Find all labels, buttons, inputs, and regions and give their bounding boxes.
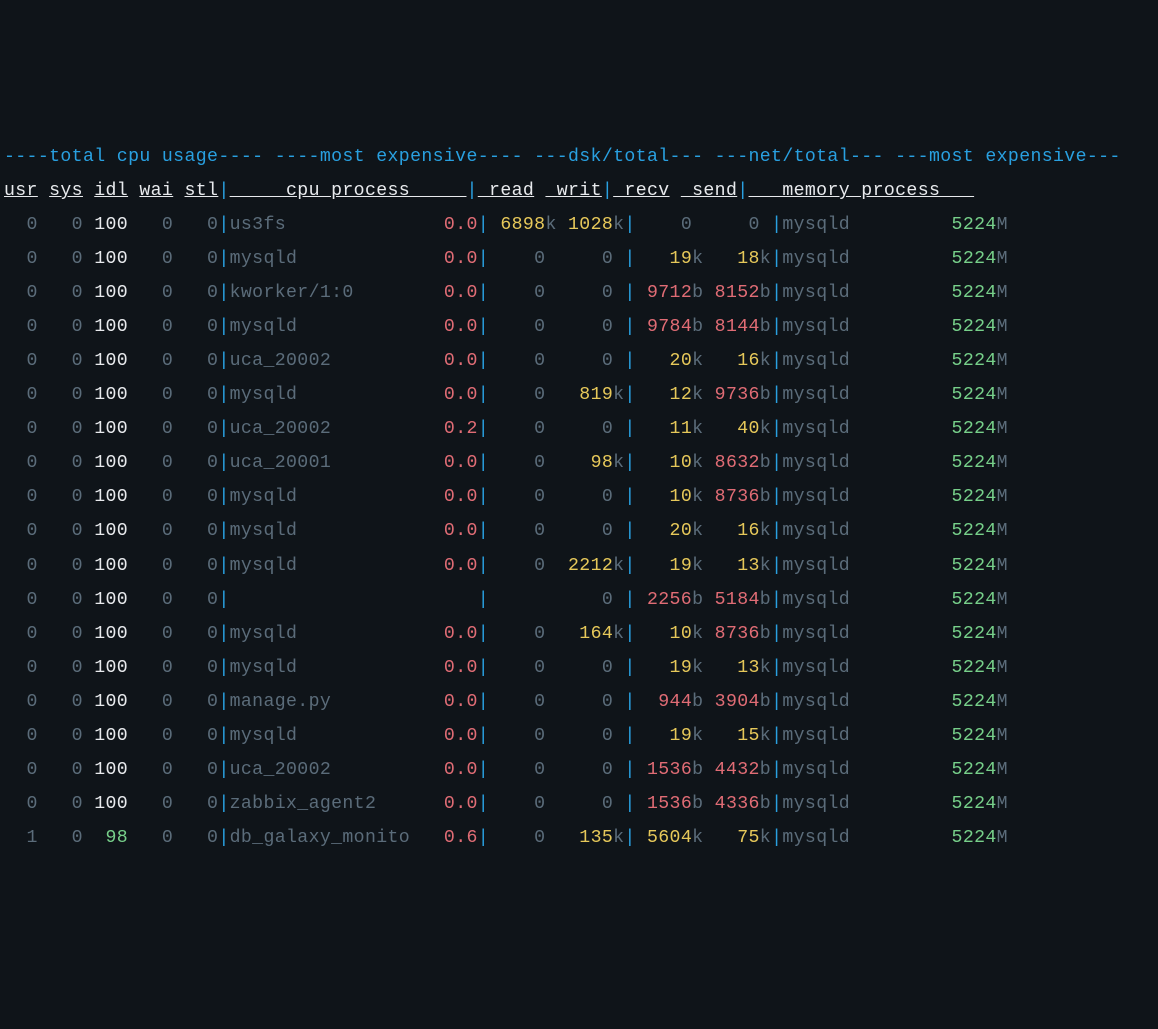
data-row: 0 0 100 0 0|mysqld 0.0| 0 0 | 9784b 8144… [4, 310, 1154, 344]
data-row: 0 0 100 0 0|mysqld 0.0| 0 2212k| 19k 13k… [4, 549, 1154, 583]
data-row: 1 0 98 0 0|db_galaxy_monito 0.6| 0 135k|… [4, 821, 1154, 855]
header-columns: usr sys idl wai stl| cpu process | read … [4, 174, 1154, 208]
data-row: 0 0 100 0 0|uca_20002 0.0| 0 0 | 1536b 4… [4, 753, 1154, 787]
data-row: 0 0 100 0 0|uca_20001 0.0| 0 98k| 10k 86… [4, 446, 1154, 480]
data-row: 0 0 100 0 0|mysqld 0.0| 0 0 | 20k 16k|my… [4, 514, 1154, 548]
data-row: 0 0 100 0 0| | 0 | 2256b 5184b|mysqld 52… [4, 583, 1154, 617]
dstat-output: ----total cpu usage---- ----most expensi… [4, 140, 1154, 855]
data-row: 0 0 100 0 0|us3fs 0.0| 6898k 1028k| 0 0 … [4, 208, 1154, 242]
data-row: 0 0 100 0 0|mysqld 0.0| 0 0 | 19k 13k|my… [4, 651, 1154, 685]
data-row: 0 0 100 0 0|mysqld 0.0| 0 819k| 12k 9736… [4, 378, 1154, 412]
data-row: 0 0 100 0 0|uca_20002 0.0| 0 0 | 20k 16k… [4, 344, 1154, 378]
header-groups: ----total cpu usage---- ----most expensi… [4, 140, 1154, 174]
data-row: 0 0 100 0 0|uca_20002 0.2| 0 0 | 11k 40k… [4, 412, 1154, 446]
data-row: 0 0 100 0 0|mysqld 0.0| 0 0 | 19k 15k|my… [4, 719, 1154, 753]
data-row: 0 0 100 0 0|mysqld 0.0| 0 0 | 19k 18k|my… [4, 242, 1154, 276]
data-row: 0 0 100 0 0|mysqld 0.0| 0 0 | 10k 8736b|… [4, 480, 1154, 514]
data-row: 0 0 100 0 0|zabbix_agent2 0.0| 0 0 | 153… [4, 787, 1154, 821]
data-row: 0 0 100 0 0|kworker/1:0 0.0| 0 0 | 9712b… [4, 276, 1154, 310]
data-row: 0 0 100 0 0|mysqld 0.0| 0 164k| 10k 8736… [4, 617, 1154, 651]
